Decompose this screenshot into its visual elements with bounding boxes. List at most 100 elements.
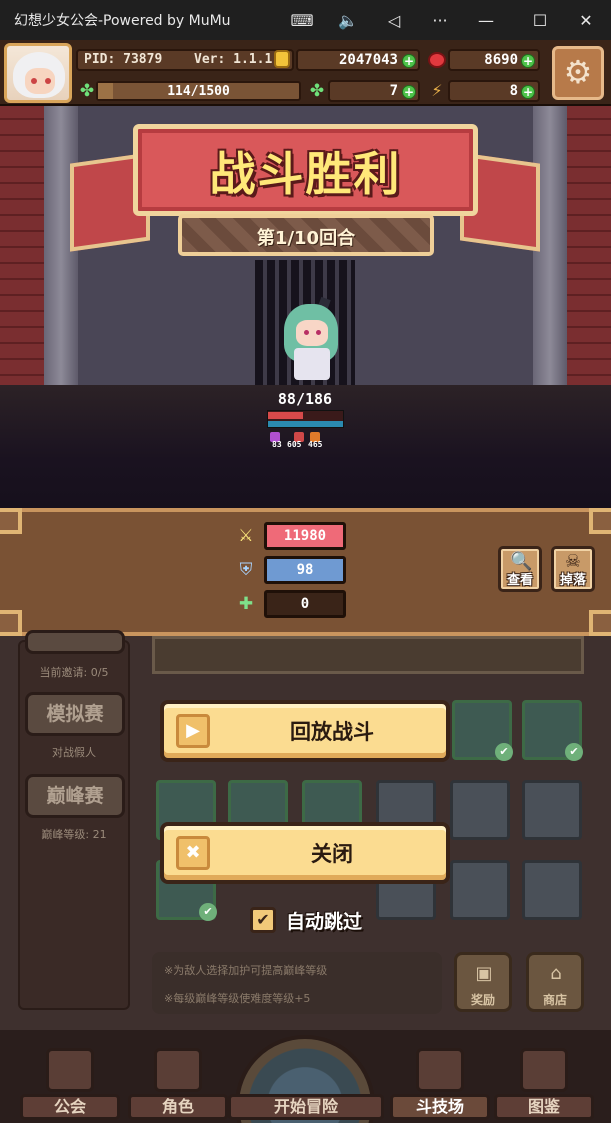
nav-arena[interactable]: 斗技场: [390, 1040, 490, 1120]
chest-icon: ▣: [475, 963, 493, 984]
brick-wall-right: [567, 105, 611, 390]
nav-guild[interactable]: 公会: [20, 1040, 120, 1120]
blessing-tile-skull[interactable]: [522, 780, 582, 840]
more-icon[interactable]: ···: [422, 6, 458, 34]
rewards-label: 奖励: [470, 993, 495, 1007]
mock-battle-button[interactable]: 模拟赛: [25, 692, 125, 736]
healing-value: 0: [264, 590, 346, 618]
drops-button[interactable]: ☠ 掉落: [551, 546, 595, 592]
window-titlebar: 幻想少女公会-Powered by MuMu ⌨ 🔈 ◁ ··· — ☐ ✕: [0, 0, 611, 40]
ticket-icon: ⚡: [431, 81, 443, 100]
add-ticket-button[interactable]: +: [521, 85, 535, 99]
victory-title: 战斗胜利: [209, 147, 402, 201]
add-gems-button[interactable]: +: [521, 54, 535, 68]
ticket-amount: 8: [509, 83, 518, 99]
player-avatar[interactable]: [4, 43, 72, 103]
view-details-button[interactable]: 🔍 查看: [498, 546, 542, 592]
window-title: 幻想少女公会-Powered by MuMu: [14, 13, 231, 29]
gem-amount: 8690: [484, 52, 518, 68]
close-icon[interactable]: ✕: [568, 6, 604, 34]
blessing-tile-hand[interactable]: ✔: [522, 700, 583, 761]
book-icon: [520, 1048, 568, 1092]
damage-dealt-value: 11980: [264, 522, 346, 550]
panel-corner-ornament: [589, 610, 611, 636]
peak-level: 巅峰等级: 21: [41, 828, 107, 841]
nav-character[interactable]: 角色: [128, 1040, 228, 1120]
gear-icon: ⚙: [563, 53, 593, 91]
replay-icon: ▶: [176, 714, 210, 748]
check-icon: ✔: [565, 743, 583, 761]
heal-icon: ✚: [238, 594, 254, 614]
shop-button[interactable]: ⌂ 商店: [526, 952, 584, 1012]
player-character-sprite: [276, 296, 346, 384]
attack-buff-value: 605: [287, 440, 302, 449]
cross-icon: ✖: [176, 836, 210, 870]
character-hp-bar: [267, 410, 344, 428]
nav-codex-label: 图鉴: [494, 1094, 594, 1120]
panel-corner-ornament: [589, 508, 611, 534]
check-icon: ✔: [495, 743, 513, 761]
clover-icon: ✤: [309, 81, 325, 101]
blessing-tile-infinity[interactable]: [522, 860, 582, 920]
replay-battle-label: 回放战斗: [290, 720, 374, 744]
blessing-tile-axe[interactable]: [450, 860, 510, 920]
view-details-label: 查看: [506, 573, 533, 588]
nav-character-label: 角色: [128, 1094, 228, 1120]
round-counter: 第1/10回合: [256, 228, 356, 249]
peak-battle-button[interactable]: 巅峰赛: [25, 774, 125, 818]
auto-skip-label: 自动跳过: [286, 911, 363, 933]
arena-note-2: ※每级巅峰等级使难度等级+5: [164, 992, 311, 1005]
auto-skip-checkbox[interactable]: ✔: [250, 907, 276, 933]
drops-label: 掉落: [559, 573, 586, 588]
sword-icon: ⚔: [238, 526, 254, 546]
shield-icon: ⛨: [239, 560, 253, 580]
back-icon[interactable]: ◁: [376, 6, 412, 34]
nav-start-adventure-label: 开始冒险: [228, 1094, 384, 1120]
mock-battle-subtitle: 对战假人: [52, 746, 96, 759]
nav-guild-label: 公会: [20, 1094, 120, 1120]
brick-wall-left: [0, 105, 44, 390]
panel-corner-ornament: [0, 508, 22, 534]
nav-start-adventure[interactable]: 开始冒险: [228, 1040, 384, 1120]
invite-mode-button[interactable]: [25, 630, 125, 654]
hp-fill: [268, 412, 304, 419]
blessing-tile-paw[interactable]: ✔: [452, 700, 513, 761]
damage-blocked-value: 98: [264, 556, 346, 584]
opponent-preview: [152, 636, 584, 674]
blessing-tile-gear[interactable]: [450, 780, 510, 840]
magic-buff-value: 83: [272, 440, 282, 449]
shop-icon: ⌂: [550, 963, 562, 984]
player-id: PID: 73879: [84, 52, 163, 67]
replay-battle-button[interactable]: ▶ 回放战斗: [160, 700, 450, 762]
battle-result-panel: ⚔ 11980 ⛨ 98 ✚ 0 🔍 查看 ☠ 掉落: [0, 508, 611, 636]
add-clover-button[interactable]: +: [402, 85, 416, 99]
character-hp-text: 88/186: [277, 390, 333, 408]
guild-icon: [46, 1048, 94, 1092]
clover-amount: 7: [389, 83, 398, 99]
game-viewport: PID: 73879 Ver: 1.1.1.2 2047043 + 8690 +…: [0, 40, 611, 1123]
maximize-icon[interactable]: ☐: [522, 6, 558, 34]
status-buffs: 83 605 465: [270, 432, 350, 452]
check-icon: ✔: [199, 903, 217, 921]
red-gem-icon: [428, 52, 446, 68]
minimize-icon[interactable]: —: [468, 6, 504, 34]
stamina-icon: ✤: [79, 81, 95, 101]
mana-bar: [268, 421, 343, 427]
settings-button[interactable]: ⚙: [552, 46, 604, 100]
add-gold-button[interactable]: +: [402, 54, 416, 68]
volume-icon[interactable]: 🔈: [330, 6, 366, 34]
character-icon: [154, 1048, 202, 1092]
nav-codex[interactable]: 图鉴: [494, 1040, 594, 1120]
shop-label: 商店: [542, 993, 567, 1007]
stamina-text: 114/1500: [167, 84, 230, 99]
nav-arena-label: 斗技场: [390, 1094, 490, 1120]
top-hud: PID: 73879 Ver: 1.1.1.2 2047043 + 8690 +…: [0, 40, 611, 106]
panel-corner-ornament: [0, 610, 22, 636]
rewards-button[interactable]: ▣ 奖励: [454, 952, 512, 1012]
invite-count: 当前邀请: 0/5: [39, 666, 109, 679]
keyboard-icon[interactable]: ⌨: [284, 6, 320, 34]
gold-amount: 2047043: [338, 52, 398, 68]
crossed-swords-icon: [416, 1048, 464, 1092]
close-dialog-button[interactable]: ✖ 关闭: [160, 822, 450, 884]
arena-note-1: ※为敌人选择加护可提高巅峰等级: [164, 964, 328, 977]
